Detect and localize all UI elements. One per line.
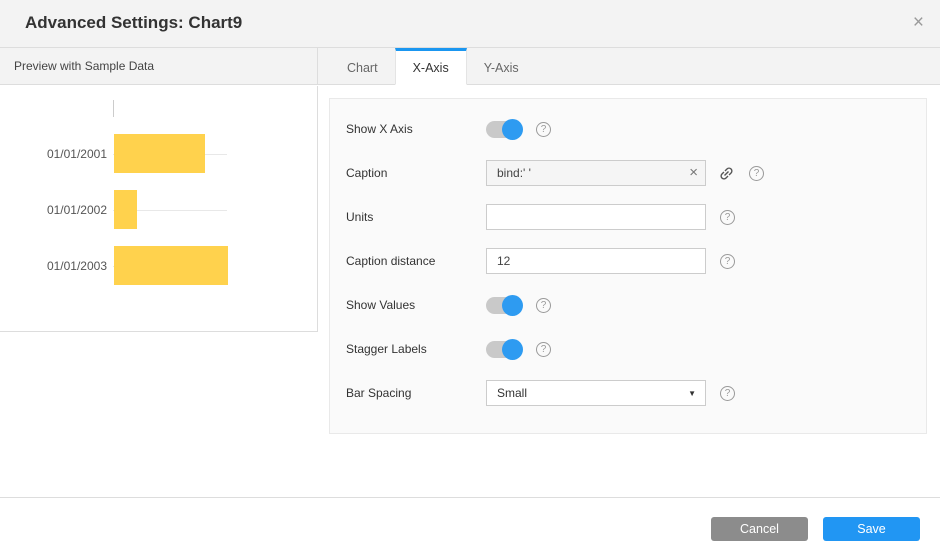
row-caption: Caption × ? bbox=[330, 151, 926, 195]
caption-distance-input[interactable] bbox=[486, 248, 706, 274]
tab-y-axis[interactable]: Y-Axis bbox=[467, 48, 536, 85]
cancel-button[interactable]: Cancel bbox=[711, 517, 808, 541]
help-icon[interactable]: ? bbox=[720, 210, 735, 225]
toggle-thumb bbox=[502, 119, 523, 140]
row-show-x-axis: Show X Axis ? bbox=[330, 107, 926, 151]
caption-label: Caption bbox=[346, 166, 486, 180]
units-label: Units bbox=[346, 210, 486, 224]
toggle-thumb bbox=[502, 295, 523, 316]
stagger-labels-toggle[interactable] bbox=[486, 341, 522, 358]
chart-preview: 01/01/2001 01/01/2002 01/01/2003 bbox=[0, 86, 318, 332]
toggle-thumb bbox=[502, 339, 523, 360]
bar-spacing-label: Bar Spacing bbox=[346, 386, 486, 400]
chart-category-label: 01/01/2001 bbox=[0, 146, 107, 162]
chart-axis-stub bbox=[113, 100, 114, 117]
tab-chart[interactable]: Chart bbox=[330, 48, 395, 85]
tab-y-axis-label: Y-Axis bbox=[484, 61, 519, 75]
stagger-labels-label: Stagger Labels bbox=[346, 342, 486, 356]
units-input[interactable] bbox=[486, 204, 706, 230]
caption-distance-label: Caption distance bbox=[346, 254, 486, 268]
row-show-values: Show Values ? bbox=[330, 283, 926, 327]
show-values-toggle[interactable] bbox=[486, 297, 522, 314]
dialog-title: Advanced Settings: Chart9 bbox=[25, 13, 242, 33]
row-caption-distance: Caption distance ? bbox=[330, 239, 926, 283]
tab-chart-label: Chart bbox=[347, 61, 378, 75]
caption-input[interactable] bbox=[486, 160, 706, 186]
help-icon[interactable]: ? bbox=[536, 298, 551, 313]
dialog-title-bar: Advanced Settings: Chart9 × bbox=[0, 0, 940, 48]
help-icon[interactable]: ? bbox=[536, 342, 551, 357]
close-icon[interactable]: × bbox=[913, 11, 924, 35]
chart-category-label: 01/01/2002 bbox=[0, 202, 107, 218]
chart-bar bbox=[114, 246, 228, 285]
footer-divider bbox=[0, 497, 940, 498]
tab-x-axis[interactable]: X-Axis bbox=[395, 48, 467, 85]
x-axis-settings-panel: Show X Axis ? Caption × ? Units ? Captio… bbox=[329, 98, 927, 434]
show-values-label: Show Values bbox=[346, 298, 486, 312]
tab-filler bbox=[536, 48, 940, 85]
preview-header: Preview with Sample Data bbox=[0, 48, 318, 85]
chart-bar bbox=[114, 134, 205, 173]
help-icon[interactable]: ? bbox=[720, 386, 735, 401]
bar-spacing-value: Small bbox=[497, 386, 527, 400]
tab-x-axis-label: X-Axis bbox=[413, 61, 449, 75]
clear-icon[interactable]: × bbox=[689, 164, 698, 182]
chart-bar bbox=[114, 190, 137, 229]
help-icon[interactable]: ? bbox=[720, 254, 735, 269]
chevron-down-icon: ▼ bbox=[688, 389, 696, 398]
show-x-axis-toggle[interactable] bbox=[486, 121, 522, 138]
preview-header-label: Preview with Sample Data bbox=[14, 59, 154, 73]
row-stagger-labels: Stagger Labels ? bbox=[330, 327, 926, 371]
show-x-axis-label: Show X Axis bbox=[346, 122, 486, 136]
save-button[interactable]: Save bbox=[823, 517, 920, 541]
row-bar-spacing: Bar Spacing Small ▼ ? bbox=[330, 371, 926, 415]
caption-input-wrap: × bbox=[486, 160, 706, 186]
tab-spacer bbox=[318, 48, 330, 85]
tab-bar: Chart X-Axis Y-Axis bbox=[318, 48, 940, 85]
link-icon[interactable] bbox=[718, 165, 735, 182]
row-units: Units ? bbox=[330, 195, 926, 239]
chart-category-label: 01/01/2003 bbox=[0, 258, 107, 274]
bar-spacing-select[interactable]: Small ▼ bbox=[486, 380, 706, 406]
help-icon[interactable]: ? bbox=[749, 166, 764, 181]
advanced-settings-dialog: Advanced Settings: Chart9 × Preview with… bbox=[0, 0, 940, 558]
help-icon[interactable]: ? bbox=[536, 122, 551, 137]
